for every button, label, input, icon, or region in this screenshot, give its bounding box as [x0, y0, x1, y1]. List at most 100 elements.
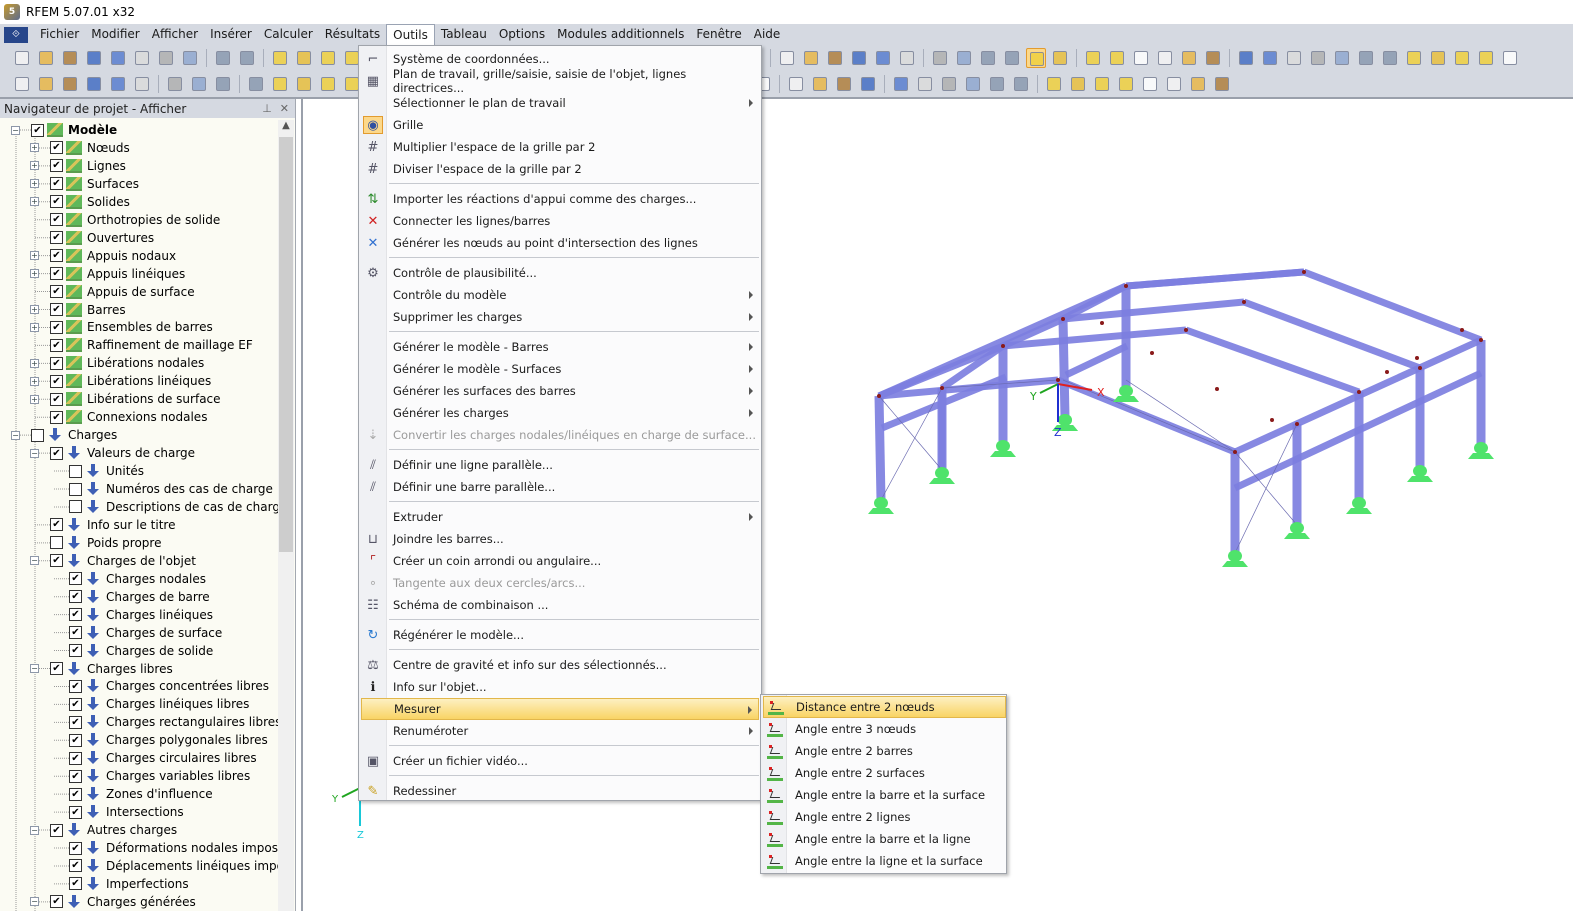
- close-icon[interactable]: ✕: [280, 102, 289, 115]
- tree-item[interactable]: + Solides: [30, 193, 130, 211]
- menu-item-joindre-les-barres[interactable]: ⊔ Joindre les barres...: [361, 528, 759, 550]
- visibility-checkbox[interactable]: [50, 338, 63, 352]
- tree-item[interactable]: + Lignes: [30, 157, 126, 175]
- toolbar-tool-icon[interactable]: [1116, 74, 1136, 94]
- collapse-icon[interactable]: −: [30, 556, 39, 566]
- toolbar-tool-icon[interactable]: [1155, 48, 1175, 68]
- save-icon[interactable]: [108, 48, 128, 68]
- visibility-checkbox[interactable]: [69, 626, 82, 640]
- toolbar-tool-icon[interactable]: [777, 48, 797, 68]
- visibility-checkbox[interactable]: [69, 733, 82, 747]
- print-icon[interactable]: [156, 48, 176, 68]
- tree-item[interactable]: Charges de barre: [49, 588, 210, 606]
- visibility-checkbox[interactable]: [69, 644, 82, 658]
- menu-tableau[interactable]: Tableau: [435, 24, 493, 45]
- toolbar-tool-icon[interactable]: [1308, 48, 1328, 68]
- tree-item[interactable]: Charges variables libres: [49, 767, 250, 785]
- undo-icon[interactable]: [213, 48, 233, 68]
- expand-icon[interactable]: +: [30, 251, 39, 261]
- tree-item[interactable]: + Libérations de surface: [30, 390, 221, 408]
- toolbar-tool-icon[interactable]: [1131, 48, 1151, 68]
- menu-item-generer-le-modele-barres[interactable]: Générer le modèle - Barres: [361, 336, 759, 358]
- visibility-checkbox[interactable]: [50, 267, 63, 281]
- toolbar-tool-icon[interactable]: [963, 74, 983, 94]
- tree-item[interactable]: − Modèle: [11, 121, 117, 139]
- toolbar-tool-icon[interactable]: [939, 74, 959, 94]
- toolbar-tool-icon[interactable]: [1083, 48, 1103, 68]
- toolbar-tool-icon[interactable]: [825, 48, 845, 68]
- menu-item-schema-de-combinaison[interactable]: ☷ Schéma de combinaison ...: [361, 594, 759, 616]
- submenu-item-measure[interactable]: Angle entre 2 lignes: [763, 806, 1006, 828]
- open-archive-icon[interactable]: [60, 48, 80, 68]
- expand-icon[interactable]: +: [30, 322, 39, 332]
- guide-line-icon[interactable]: [246, 74, 266, 94]
- tree-item[interactable]: Descriptions de cas de charge: [49, 498, 278, 516]
- tree-item[interactable]: + Appuis nodaux: [30, 247, 176, 265]
- tree-item[interactable]: − Autres charges: [30, 821, 177, 839]
- menu-item-controle-de-plausibilite[interactable]: ⚙ Contrôle de plausibilité...: [361, 262, 759, 284]
- toolbar-tool-icon[interactable]: [858, 74, 878, 94]
- new-line-support-icon[interactable]: [132, 74, 152, 94]
- menu-afficher[interactable]: Afficher: [146, 24, 204, 45]
- visibility-checkbox[interactable]: [50, 410, 63, 424]
- menu-item-grille[interactable]: ◉ Grille: [361, 114, 759, 136]
- new-polyline-icon[interactable]: [84, 74, 104, 94]
- toolbar-tool-icon[interactable]: [786, 74, 806, 94]
- submenu-item-measure[interactable]: Distance entre 2 nœuds: [763, 696, 1006, 718]
- toolbar-tool-icon[interactable]: [930, 48, 950, 68]
- toolbar-tool-icon[interactable]: [294, 48, 314, 68]
- visibility-checkbox[interactable]: [69, 697, 82, 711]
- toolbar-tool-icon[interactable]: [915, 74, 935, 94]
- menu-inserer[interactable]: Insérer: [204, 24, 258, 45]
- menu-item-controle-du-modele[interactable]: Contrôle du modèle: [361, 284, 759, 306]
- submenu-item-measure[interactable]: Angle entre la barre et la surface: [763, 784, 1006, 806]
- toolbar-tool-icon[interactable]: [1140, 74, 1160, 94]
- collapse-icon[interactable]: −: [11, 430, 20, 440]
- toolbar-tool-icon[interactable]: [891, 74, 911, 94]
- menu-item-multiplier-l-espace-de-la-grille-par-2[interactable]: # Multiplier l'espace de la grille par 2: [361, 136, 759, 158]
- menu-item-mesurer[interactable]: Mesurer: [361, 698, 759, 720]
- new-file-icon[interactable]: [12, 48, 32, 68]
- toolbar-tool-icon[interactable]: [1002, 48, 1022, 68]
- toolbar-tool-icon[interactable]: [318, 74, 338, 94]
- visibility-checkbox[interactable]: [50, 518, 63, 532]
- visibility-checkbox[interactable]: [50, 285, 63, 299]
- scroll-up-icon[interactable]: ▲: [278, 120, 294, 137]
- scroll-thumb[interactable]: [279, 137, 293, 552]
- visibility-checkbox[interactable]: [69, 787, 82, 801]
- menu-item-centre-de-gravite-et-info-sur-des-select[interactable]: ⚖ Centre de gravité et info sur des sélec…: [361, 654, 759, 676]
- expand-icon[interactable]: +: [30, 143, 39, 153]
- visibility-checkbox[interactable]: [50, 446, 63, 460]
- tree-item[interactable]: + Libérations linéiques: [30, 372, 211, 390]
- toolbar-tool-icon[interactable]: [978, 48, 998, 68]
- menu-item-extruder[interactable]: Extruder: [361, 506, 759, 528]
- menu-item-generer-le-modele-surfaces[interactable]: Générer le modèle - Surfaces: [361, 358, 759, 380]
- tree-item[interactable]: Ouvertures: [30, 229, 154, 247]
- toolbar-tool-icon[interactable]: [897, 48, 917, 68]
- menu-item-info-sur-l-objet[interactable]: ℹ Info sur l'objet...: [361, 676, 759, 698]
- menu-item-generer-les-n-uds-au-point-d-intersectio[interactable]: ✕ Générer les nœuds au point d'intersecti…: [361, 232, 759, 254]
- toolbar-tool-icon[interactable]: [1236, 48, 1256, 68]
- tree-item[interactable]: Déplacements linéiques imposés: [49, 857, 278, 875]
- visibility-checkbox[interactable]: [50, 823, 63, 837]
- menu-item-importer-les-reactions-d-appui-comme-des[interactable]: ⇅ Importer les réactions d'appui comme de…: [361, 188, 759, 210]
- tree-item[interactable]: + Libérations nodales: [30, 354, 204, 372]
- menu-item-connecter-les-lignes-barres[interactable]: ✕ Connecter les lignes/barres: [361, 210, 759, 232]
- menu-item-redessiner[interactable]: ✎ Redessiner: [361, 780, 759, 802]
- submenu-item-measure[interactable]: Angle entre 3 nœuds: [763, 718, 1006, 740]
- tree-item[interactable]: Charges concentrées libres: [49, 677, 269, 695]
- visibility-checkbox[interactable]: [50, 536, 63, 550]
- tree-item[interactable]: Charges polygonales libres: [49, 731, 268, 749]
- visibility-checkbox[interactable]: [50, 177, 63, 191]
- dlubal-logo-icon[interactable]: ⟐: [4, 26, 28, 43]
- visibility-checkbox[interactable]: [50, 141, 63, 155]
- tree-item[interactable]: Raffinement de maillage EF: [30, 336, 253, 354]
- toolbar-tool-icon[interactable]: [1107, 48, 1127, 68]
- menu-fenetre[interactable]: Fenêtre: [690, 24, 747, 45]
- tree-item[interactable]: Unités: [49, 462, 144, 480]
- visibility-checkbox[interactable]: [50, 249, 63, 263]
- toolbar-tool-icon[interactable]: [1203, 48, 1223, 68]
- menu-item-generer-les-surfaces-des-barres[interactable]: Générer les surfaces des barres: [361, 380, 759, 402]
- visibility-checkbox[interactable]: [69, 464, 82, 478]
- tree-item[interactable]: + Surfaces: [30, 175, 139, 193]
